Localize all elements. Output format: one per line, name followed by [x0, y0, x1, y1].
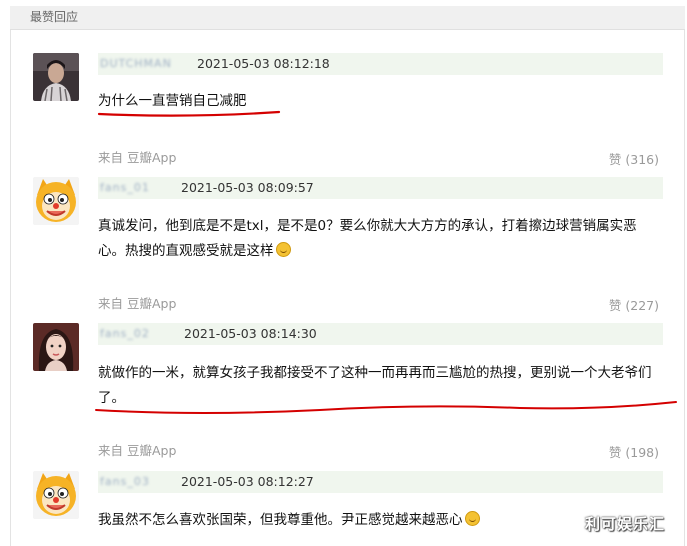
- section-title: 最赞回应: [10, 6, 685, 30]
- username[interactable]: DUTCHMAN: [100, 56, 172, 72]
- comment-text: 真诚发问，他到底是不是txl，是不是0？要么你就大大方方的承认，打着擦边球营销属…: [98, 214, 663, 264]
- like-button[interactable]: 赞 (316): [609, 152, 659, 168]
- comment-panel: [10, 6, 685, 546]
- comment-text-content: 我虽然不怎么喜欢张国荣，但我尊重他。尹正感觉越来越恶心: [98, 512, 463, 528]
- comment-text: 我虽然不怎么喜欢张国荣，但我尊重他。尹正感觉越来越恶心: [98, 508, 663, 533]
- source-label: 来自 豆瓣App: [98, 296, 177, 311]
- avatar[interactable]: [33, 53, 79, 101]
- source-label: 来自 豆瓣App: [98, 150, 177, 165]
- comment-text: 就做作的一米，就算女孩子我都接受不了这种一而再再而三尴尬的热搜，更别说一个大老爷…: [98, 365, 652, 406]
- username[interactable]: fans_03: [100, 474, 150, 490]
- avatar[interactable]: [33, 177, 79, 225]
- watermark: 利可娱乐汇: [585, 515, 666, 533]
- avatar[interactable]: [33, 471, 79, 519]
- timestamp: 2021-05-03 08:12:18: [197, 56, 330, 71]
- comment-text-content: 真诚发问，他到底是不是txl，是不是0？要么你就大大方方的承认，打着擦边球营销属…: [98, 218, 637, 259]
- like-button[interactable]: 赞 (227): [609, 298, 659, 314]
- username[interactable]: fans_02: [100, 326, 150, 342]
- like-button[interactable]: 赞 (198): [609, 445, 659, 461]
- timestamp: 2021-05-03 08:14:30: [184, 326, 317, 341]
- timestamp: 2021-05-03 08:09:57: [181, 180, 314, 195]
- smile-emoji-icon: [464, 511, 480, 526]
- comment-meta-bar: [98, 323, 663, 345]
- comment-meta-bar: [98, 53, 663, 75]
- source-label: 来自 豆瓣App: [98, 443, 177, 458]
- timestamp: 2021-05-03 08:12:27: [181, 474, 314, 489]
- upside-down-smile-emoji-icon: [275, 242, 291, 257]
- username[interactable]: fans_01: [100, 180, 150, 196]
- avatar[interactable]: [33, 323, 79, 371]
- comment-text: 为什么一直营销自己减肥: [98, 93, 247, 109]
